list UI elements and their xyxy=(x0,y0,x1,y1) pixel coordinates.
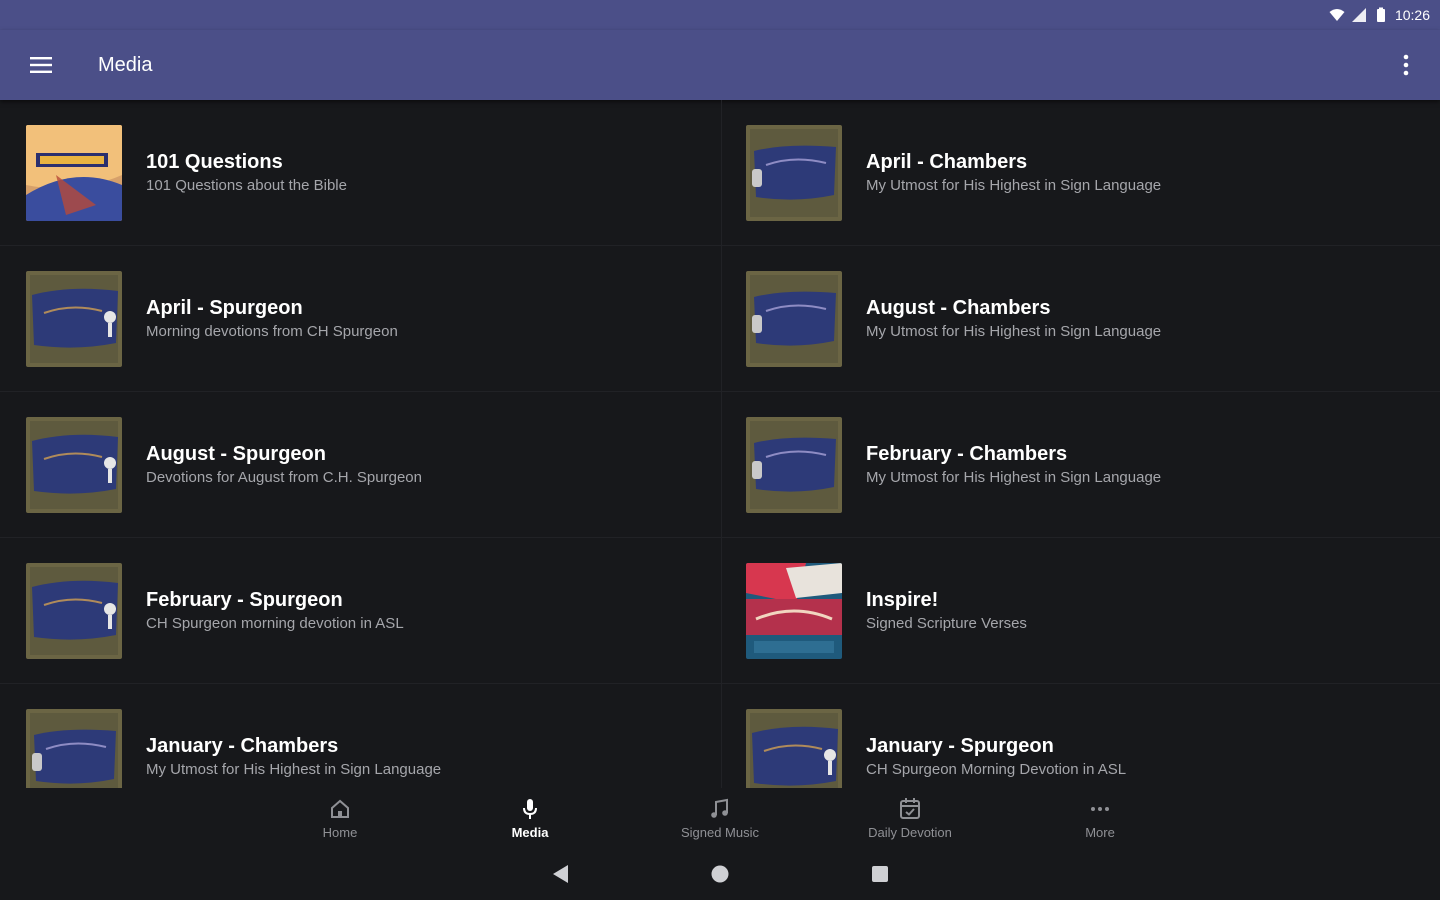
more-horizontal-icon xyxy=(1091,807,1109,811)
music-note-icon xyxy=(711,798,728,818)
media-item[interactable]: January - Spurgeon CH Spurgeon Morning D… xyxy=(722,684,1440,788)
media-thumbnail xyxy=(746,562,842,659)
nav-label: Home xyxy=(322,825,358,840)
media-subtitle: Morning devotions from CH Spurgeon xyxy=(146,322,398,340)
media-subtitle: My Utmost for His Highest in Sign Langua… xyxy=(866,176,1162,194)
signal-icon xyxy=(1351,8,1366,22)
system-navigation-bar xyxy=(0,848,1440,900)
nav-label: Daily Devotion xyxy=(868,825,952,840)
recents-square-icon xyxy=(872,866,888,882)
media-subtitle: CH Spurgeon morning devotion in ASL xyxy=(146,614,404,632)
media-title: February - Chambers xyxy=(866,442,1068,465)
hamburger-menu-icon xyxy=(30,57,52,73)
nav-more[interactable]: More xyxy=(1005,788,1195,848)
media-title: 101 Questions xyxy=(146,150,283,173)
media-title: Inspire! xyxy=(866,588,939,611)
status-time: 10:26 xyxy=(1394,7,1430,23)
more-vertical-icon xyxy=(1403,54,1409,76)
media-item[interactable]: April - Chambers My Utmost for His Highe… xyxy=(722,100,1440,246)
media-item[interactable]: August - Spurgeon Devotions for August f… xyxy=(0,392,722,538)
nav-label: Signed Music xyxy=(680,825,760,840)
media-thumbnail xyxy=(746,270,842,367)
media-thumbnail xyxy=(746,708,842,788)
media-subtitle: CH Spurgeon Morning Devotion in ASL xyxy=(866,760,1127,778)
status-bar: 10:26 xyxy=(0,0,1440,30)
nav-label: Media xyxy=(511,825,549,840)
media-item[interactable]: February - Spurgeon CH Spurgeon morning … xyxy=(0,538,722,684)
battery-icon xyxy=(1376,7,1385,22)
media-thumbnail xyxy=(746,124,842,221)
home-icon xyxy=(331,799,349,818)
media-thumbnail xyxy=(26,416,122,513)
media-item[interactable]: 101 Questions 101 Questions about the Bi… xyxy=(0,100,722,246)
media-subtitle: Devotions for August from C.H. Spurgeon xyxy=(146,468,422,486)
menu-button[interactable] xyxy=(0,30,82,100)
media-item[interactable]: August - Chambers My Utmost for His High… xyxy=(722,246,1440,392)
media-thumbnail xyxy=(26,562,122,659)
nav-home[interactable]: Home xyxy=(245,788,435,848)
media-title: April - Spurgeon xyxy=(146,296,303,319)
home-circle-icon xyxy=(711,865,729,883)
calendar-icon xyxy=(900,798,920,819)
system-home-button[interactable] xyxy=(705,859,735,889)
wifi-icon xyxy=(1329,9,1345,21)
page-title: Media xyxy=(98,53,153,76)
media-item[interactable]: Inspire! Signed Scripture Verses xyxy=(722,538,1440,684)
media-subtitle: Signed Scripture Verses xyxy=(866,614,1027,632)
media-thumbnail xyxy=(26,270,122,367)
microphone-icon xyxy=(523,799,537,819)
media-title: January - Chambers xyxy=(146,734,339,757)
overflow-menu-button[interactable] xyxy=(1386,30,1426,100)
media-title: April - Chambers xyxy=(866,150,1028,173)
media-title: August - Chambers xyxy=(866,296,1051,319)
media-item[interactable]: April - Spurgeon Morning devotions from … xyxy=(0,246,722,392)
media-thumbnail xyxy=(746,416,842,513)
bottom-navigation: Home Media Signed Music Daily Devotion M… xyxy=(0,788,1440,848)
media-list: 101 Questions 101 Questions about the Bi… xyxy=(0,100,1440,788)
system-recents-button[interactable] xyxy=(865,859,895,889)
media-thumbnail xyxy=(26,124,122,221)
media-title: January - Spurgeon xyxy=(866,734,1054,757)
media-subtitle: My Utmost for His Highest in Sign Langua… xyxy=(866,468,1162,486)
media-subtitle: My Utmost for His Highest in Sign Langua… xyxy=(146,760,442,778)
nav-daily-devotion[interactable]: Daily Devotion xyxy=(815,788,1005,848)
media-item[interactable]: January - Chambers My Utmost for His Hig… xyxy=(0,684,722,788)
app-bar: Media xyxy=(0,30,1440,100)
media-subtitle: 101 Questions about the Bible xyxy=(146,176,347,194)
nav-media[interactable]: Media xyxy=(435,788,625,848)
media-title: February - Spurgeon xyxy=(146,588,343,611)
media-title: August - Spurgeon xyxy=(146,442,326,465)
system-back-button[interactable] xyxy=(545,859,575,889)
nav-signed-music[interactable]: Signed Music xyxy=(625,788,815,848)
media-thumbnail xyxy=(26,708,122,788)
media-item[interactable]: February - Chambers My Utmost for His Hi… xyxy=(722,392,1440,538)
media-subtitle: My Utmost for His Highest in Sign Langua… xyxy=(866,322,1162,340)
back-triangle-icon xyxy=(553,865,568,883)
nav-label: More xyxy=(1085,825,1115,840)
